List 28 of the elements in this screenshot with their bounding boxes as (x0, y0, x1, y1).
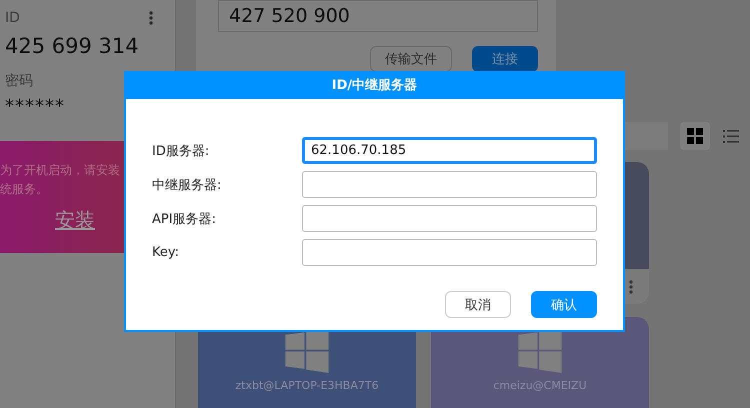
grid-view-button[interactable] (680, 122, 710, 150)
field-label: Key: (152, 245, 180, 260)
windows-icon (516, 329, 564, 373)
server-input-field[interactable] (302, 239, 597, 266)
server-input-field[interactable] (302, 205, 597, 232)
field-label: ID服务器: (152, 142, 210, 160)
server-input-field[interactable] (302, 171, 597, 198)
id-label: ID (5, 10, 20, 26)
more-icon[interactable] (629, 280, 633, 294)
banner-text: 为了开机启动，请安装 (0, 162, 120, 179)
banner-text: 统服务。 (0, 181, 48, 198)
field-label: 中继服务器: (152, 176, 222, 194)
list-icon (723, 130, 739, 142)
field-label: API服务器: (152, 210, 217, 228)
grid-icon (687, 128, 703, 144)
password-value: ****** (5, 96, 66, 117)
more-icon[interactable] (149, 11, 153, 25)
id-value: 425 699 314 (5, 34, 140, 58)
peer-name: ztxbt@LAPTOP-E3HBA7T6 (235, 379, 379, 392)
server-input-field[interactable]: 62.106.70.185 (302, 137, 597, 164)
cancel-button[interactable]: 取消 (445, 291, 511, 318)
remote-id-field[interactable]: 427 520 900 (218, 0, 538, 32)
windows-icon (283, 329, 331, 373)
confirm-button[interactable]: 确认 (531, 291, 597, 318)
dialog-title: ID/中继服务器 (124, 71, 625, 99)
install-link[interactable]: 安装 (55, 207, 95, 234)
password-label: 密码 (5, 72, 34, 90)
connect-button[interactable]: 连接 (472, 46, 538, 72)
